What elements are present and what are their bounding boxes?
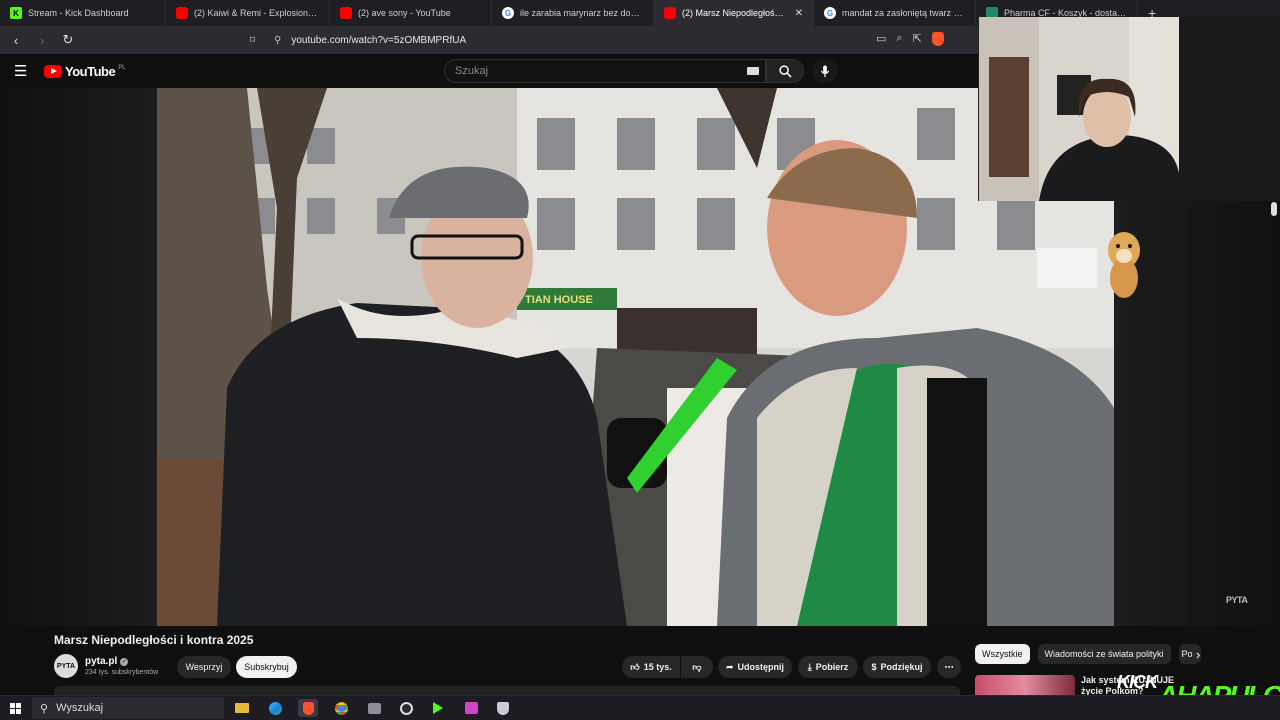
thanks-label: Podziękuj	[880, 662, 923, 672]
url-text: youtube.com/watch?v=5zOMBMPRfUA	[291, 34, 467, 46]
zoom-icon[interactable]: ⌕	[896, 32, 902, 46]
bookmark-icon[interactable]: ⌑	[250, 35, 264, 46]
kick-icon: K	[10, 7, 22, 19]
thumbs-down-icon: 👎︎	[692, 661, 702, 672]
chevron-right-icon[interactable]: ›	[1196, 647, 1200, 662]
verified-icon: ✓	[120, 657, 129, 666]
more-icon: ⋯	[944, 661, 954, 672]
hamster-sticker-image	[1108, 232, 1140, 298]
taskbar-search[interactable]: ⚲ Wyszukaj	[32, 697, 224, 719]
scrollbar-thumb[interactable]	[1271, 202, 1277, 216]
hamburger-menu-icon[interactable]: ☰	[14, 62, 28, 80]
edge-icon[interactable]	[265, 699, 285, 717]
url-field[interactable]: ⌑ ⚲ youtube.com/watch?v=5zOMBMPRfUA	[244, 29, 984, 51]
microphone-icon	[820, 64, 830, 77]
video-player[interactable]: TIAN HOUSE	[157, 88, 1114, 626]
region-code: PL	[118, 64, 126, 71]
channel-watermark[interactable]: PYTA	[1226, 595, 1248, 605]
streamer-webcam	[978, 17, 1280, 201]
video-frame: TIAN HOUSE	[157, 88, 1114, 626]
thumbs-up-icon: 👍︎	[630, 661, 640, 672]
youtube-logo[interactable]: YouTube PL	[44, 64, 126, 79]
tab-label: (2) ave sony - YouTube	[358, 8, 451, 18]
channel-avatar[interactable]: PYTA	[54, 654, 78, 678]
channel-name-row: pyta.pl ✓	[85, 656, 158, 667]
channel-text: pyta.pl ✓ 234 tys. subskrybentów	[85, 656, 158, 676]
taskbar-search-label: Wyszukaj	[56, 702, 104, 714]
thanks-icon: $	[871, 662, 877, 672]
dislike-button[interactable]: 👎︎	[681, 656, 713, 678]
shield-app-icon[interactable]	[493, 699, 513, 717]
google-icon: G	[502, 7, 514, 19]
video-ambient-left	[0, 88, 157, 626]
tab-kaiwi-remi[interactable]: (2) Kaiwi & Remi - Explosion (Theo R	[166, 0, 330, 26]
download-button[interactable]: ⤓ Pobierz	[798, 656, 858, 678]
app-icon[interactable]	[364, 699, 384, 717]
brave-icon[interactable]	[298, 699, 318, 717]
close-icon[interactable]: ✕	[795, 8, 803, 19]
subscriber-count: 234 tys. subskrybentów	[85, 669, 159, 676]
brave-shield-icon[interactable]	[931, 32, 944, 46]
like-count: 15 tys.	[643, 662, 672, 672]
download-label: Pobierz	[815, 662, 849, 672]
support-button[interactable]: Wesprzyj	[177, 656, 231, 678]
url-tools: ▭ ⌕ ⇱	[876, 32, 944, 46]
hamster-sticker	[1104, 228, 1144, 300]
file-explorer-icon[interactable]	[232, 699, 252, 717]
share-label: Udostępnij	[737, 662, 785, 672]
tab-ave-sony[interactable]: (2) ave sony - YouTube	[330, 0, 492, 26]
youtube-play-icon	[44, 65, 62, 78]
channel-name[interactable]: pyta.pl	[85, 656, 117, 667]
channel-info: PYTA pyta.pl ✓ 234 tys. subskrybentów	[54, 654, 158, 678]
search-input[interactable]	[445, 60, 735, 82]
youtube-icon	[664, 7, 676, 19]
youtube-icon	[340, 7, 352, 19]
kick-app-icon[interactable]	[428, 699, 448, 717]
download-icon: ⤓	[807, 661, 812, 672]
tab-label: (2) Marsz Niepodległości i ko	[682, 8, 785, 18]
keyboard-icon[interactable]	[747, 67, 759, 75]
search-icon	[778, 64, 792, 78]
youtube-icon	[176, 7, 188, 19]
obs-icon[interactable]	[396, 699, 416, 717]
video-title: Marsz Niepodległości i kontra 2025	[54, 633, 254, 647]
thanks-button[interactable]: $ Podziękuj	[863, 656, 931, 678]
chip-politics-news[interactable]: Wiadomości ze świata polityki	[1037, 644, 1171, 664]
like-button[interactable]: 👍︎ 15 tys.	[622, 656, 680, 678]
subscribe-button[interactable]: Subskrybuj	[236, 656, 297, 678]
share-icon[interactable]: ⇱	[913, 32, 922, 46]
tab-ile-zarabia[interactable]: G ile zarabia marynarz bez doświadcze	[492, 0, 654, 26]
reload-icon[interactable]: ↻	[58, 32, 78, 48]
windows-taskbar: ⚲ Wyszukaj	[0, 695, 1280, 720]
recommended-thumbnail[interactable]	[975, 675, 1075, 695]
tab-label: Stream - Kick Dashboard	[28, 8, 129, 18]
streaming-app-icon[interactable]	[461, 699, 481, 717]
webcam-frame	[979, 17, 1280, 201]
voice-search-button[interactable]	[812, 59, 838, 83]
cast-icon[interactable]: ▭	[876, 32, 886, 46]
tab-mandat[interactable]: G mandat za zasłoniętą twarz - Szukaj	[814, 0, 976, 26]
tab-kick-dashboard[interactable]: K Stream - Kick Dashboard	[0, 0, 166, 26]
tab-label: mandat za zasłoniętą twarz - Szukaj	[842, 8, 965, 18]
back-icon[interactable]: ‹	[6, 33, 26, 48]
forward-icon[interactable]: ›	[32, 33, 52, 48]
chip-all[interactable]: Wszystkie	[975, 644, 1030, 664]
chrome-icon[interactable]	[331, 699, 351, 717]
share-button[interactable]: ➦ Udostępnij	[718, 656, 792, 678]
google-icon: G	[824, 7, 836, 19]
search-button[interactable]	[766, 59, 804, 83]
recommendation-chips: Wszystkie Wiadomości ze świata polityki …	[975, 644, 1201, 664]
more-actions-button[interactable]: ⋯	[937, 656, 961, 678]
tab-label: (2) Kaiwi & Remi - Explosion (Theo R	[194, 8, 319, 18]
site-info-icon[interactable]: ⚲	[274, 35, 281, 46]
tab-label: ile zarabia marynarz bez doświadcze	[520, 8, 643, 18]
svg-text:TIAN HOUSE: TIAN HOUSE	[525, 294, 593, 306]
youtube-logo-text: YouTube	[65, 64, 116, 79]
share-arrow-icon: ➦	[725, 661, 734, 672]
windows-start-icon[interactable]	[10, 703, 21, 714]
kick-overlay-logo: KICK	[1117, 672, 1158, 692]
search-icon: ⚲	[40, 702, 49, 715]
tab-marsz-niepodleglosci[interactable]: (2) Marsz Niepodległości i ko ✕	[654, 0, 814, 26]
search-box	[444, 59, 766, 83]
